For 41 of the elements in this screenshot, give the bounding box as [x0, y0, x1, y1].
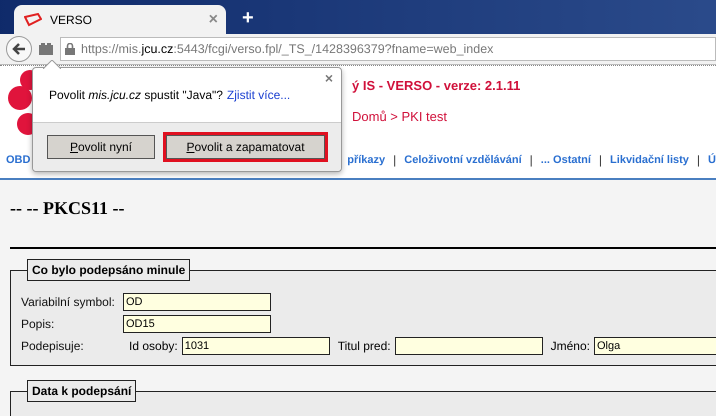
breadcrumb: Domů > PKI test [352, 109, 448, 124]
input-field[interactable]: OD [123, 293, 271, 311]
section-legend: Co bylo podepsáno minule [27, 259, 190, 281]
field-label: Podepisuje: [21, 339, 85, 353]
address-bar[interactable]: https://mis.jcu.cz:5443/fcgi/verso.fpl/_TS_/1428396379?fname=web_index [60, 37, 716, 61]
nav-link[interactable]: Celoživotní vzdělávání [404, 154, 522, 166]
nav-link[interactable]: Ú [708, 154, 716, 166]
field-label: Id osoby: [129, 339, 178, 353]
lock-icon [65, 43, 75, 55]
system-title: ý IS - VERSO - verze: 2.1.11 [352, 78, 520, 93]
nav-separator: | [598, 153, 602, 167]
section-legend: Data k podepsání [27, 380, 136, 402]
nav-separator: | [530, 153, 533, 167]
input-field[interactable]: 1031 [182, 337, 330, 355]
allow-button[interactable]: Povolit nyní [47, 135, 155, 159]
popup-message: Povolit mis.jcu.cz spustit "Java"? Zjistit více... [49, 88, 290, 102]
nav-separator: | [393, 153, 396, 167]
field-label: Variabilní symbol: [21, 295, 116, 309]
nav-link[interactable]: Likvidační listy [610, 154, 689, 166]
input-field[interactable]: Olga [594, 337, 716, 355]
browser-tab[interactable]: VERSO × [14, 5, 226, 34]
back-arrow-icon [12, 42, 26, 56]
nav-link[interactable]: ... Ostatní [540, 154, 591, 166]
close-icon[interactable]: × [324, 70, 333, 86]
back-button[interactable] [6, 36, 32, 62]
url-text: https://mis.jcu.cz:5443/fcgi/verso.fpl/_TS_/1428396379?fname=web_index [81, 42, 494, 56]
field-label: Popis: [21, 317, 56, 331]
nav-link[interactable]: OBD [6, 154, 30, 166]
input-field[interactable] [394, 337, 543, 355]
nav-link[interactable]: příkazy [347, 154, 386, 166]
field-label: Titul pred: [338, 339, 391, 353]
page-heading: -- -- PKCS11 -- [10, 198, 126, 219]
learn-more-link[interactable]: Zjistit více... [226, 88, 290, 102]
tab-title: VERSO [50, 12, 94, 26]
allow-button[interactable]: Povolit a zapamatovat [163, 132, 328, 162]
input-field[interactable]: OD15 [123, 315, 271, 333]
logo-icon [24, 12, 42, 26]
puzzle-icon[interactable] [38, 42, 54, 56]
new-tab-button[interactable]: + [242, 7, 254, 30]
nav-separator: | [696, 153, 700, 167]
field-label: Jméno: [550, 339, 590, 353]
